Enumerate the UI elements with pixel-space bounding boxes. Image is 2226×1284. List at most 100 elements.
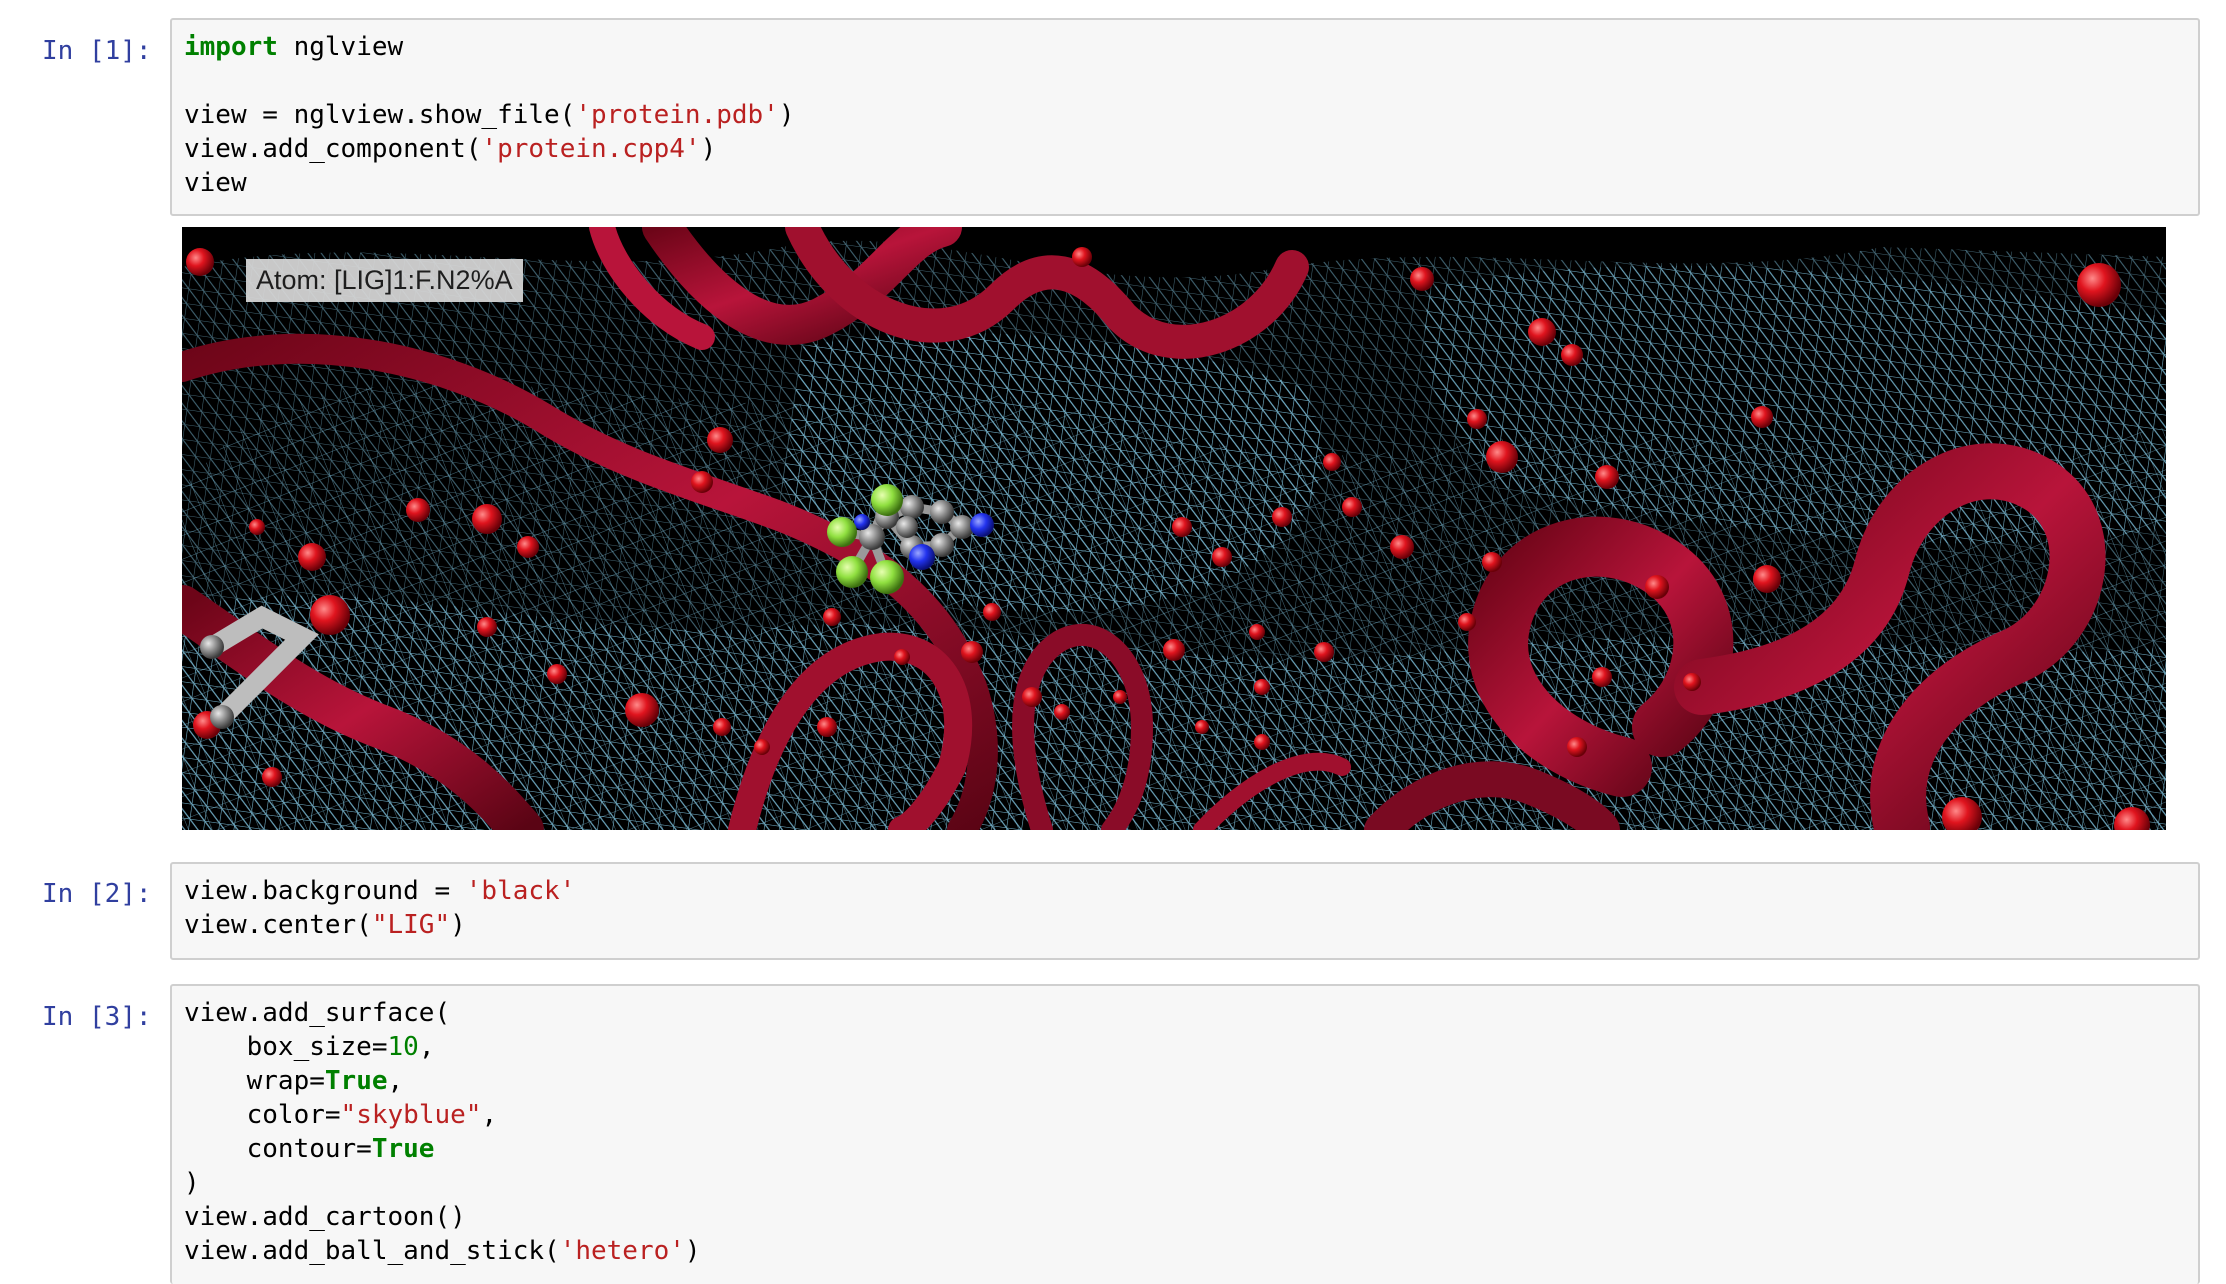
code-cell-2[interactable]: view.background = 'black' view.center("LI… bbox=[170, 862, 2200, 960]
code-string: "skyblue" bbox=[340, 1100, 482, 1130]
code-editor[interactable]: view.background = 'black' view.center("LI… bbox=[184, 874, 2186, 942]
water-oxygen-atom[interactable] bbox=[1342, 497, 1362, 517]
water-oxygen-atom[interactable] bbox=[754, 739, 770, 755]
water-oxygen-atom[interactable] bbox=[1683, 673, 1701, 691]
water-oxygen-atom[interactable] bbox=[1272, 507, 1292, 527]
water-oxygen-atom[interactable] bbox=[691, 471, 713, 493]
code-line: view.background = 'black' bbox=[184, 874, 2186, 908]
water-oxygen-atom[interactable] bbox=[713, 718, 731, 736]
water-oxygen-atom[interactable] bbox=[1561, 344, 1583, 366]
water-oxygen-atom[interactable] bbox=[262, 767, 282, 787]
code-keyword: import bbox=[184, 32, 278, 62]
water-oxygen-atom[interactable] bbox=[823, 608, 841, 626]
code-text: ) bbox=[450, 910, 466, 940]
code-line: view.add_component('protein.cpp4') bbox=[184, 132, 2186, 166]
water-oxygen-atom[interactable] bbox=[1172, 517, 1192, 537]
water-oxygen-atom[interactable] bbox=[1467, 409, 1487, 429]
code-line: view = nglview.show_file('protein.pdb') bbox=[184, 98, 2186, 132]
code-line: contour=True bbox=[184, 1132, 2186, 1166]
nglview-widget[interactable]: Atom: [LIG]1:F.N2%A bbox=[182, 227, 2166, 830]
code-text: , bbox=[387, 1066, 404, 1096]
water-oxygen-atom[interactable] bbox=[625, 693, 659, 727]
water-oxygen-atom[interactable] bbox=[547, 664, 567, 684]
code-line: view.add_cartoon() bbox=[184, 1200, 2186, 1234]
code-text: contour= bbox=[184, 1134, 372, 1164]
code-text: ) bbox=[700, 134, 717, 164]
code-text: color= bbox=[184, 1100, 341, 1130]
code-string: 'protein.pdb' bbox=[575, 100, 779, 130]
water-oxygen-atom[interactable] bbox=[1751, 406, 1773, 428]
water-oxygen-atom[interactable] bbox=[310, 595, 350, 635]
code-cell-3[interactable]: view.add_surface( box_size=10, wrap=True… bbox=[170, 984, 2200, 1284]
water-oxygen-atom[interactable] bbox=[1314, 642, 1334, 662]
water-oxygen-atom[interactable] bbox=[1482, 552, 1502, 572]
code-line: view bbox=[184, 166, 2186, 200]
code-keyword: True bbox=[371, 1134, 435, 1164]
water-oxygen-atom[interactable] bbox=[1113, 690, 1127, 704]
water-oxygen-atom[interactable] bbox=[707, 427, 733, 453]
water-oxygen-atom[interactable] bbox=[1323, 453, 1341, 471]
code-text: view.add_ball_and_stick( bbox=[184, 1236, 560, 1266]
code-string: 'black' bbox=[465, 876, 576, 906]
water-oxygen-atom[interactable] bbox=[1022, 687, 1042, 707]
water-oxygen-atom[interactable] bbox=[1163, 639, 1185, 661]
code-text: view.add_surface( bbox=[184, 998, 451, 1028]
code-text: view = nglview.show_file( bbox=[184, 100, 576, 130]
water-oxygen-atom[interactable] bbox=[1072, 247, 1092, 267]
code-text: , bbox=[481, 1100, 498, 1130]
water-oxygen-atom[interactable] bbox=[1753, 565, 1781, 593]
cell-prompt: In [1]: bbox=[42, 36, 152, 66]
code-editor[interactable]: import nglview view = nglview.show_file('… bbox=[184, 30, 2186, 200]
code-string: "LIG" bbox=[371, 910, 451, 940]
cell-prompt: In [3]: bbox=[42, 1002, 152, 1032]
water-oxygen-atom[interactable] bbox=[1212, 547, 1232, 567]
code-text: ) bbox=[184, 1168, 200, 1198]
water-oxygen-atom[interactable] bbox=[1254, 734, 1270, 750]
water-oxygen-atom[interactable] bbox=[1195, 720, 1209, 734]
code-text: ) bbox=[684, 1236, 701, 1266]
molecule-viewer-canvas[interactable] bbox=[182, 227, 2166, 830]
code-cell-1[interactable]: import nglview view = nglview.show_file('… bbox=[170, 18, 2200, 216]
water-oxygen-atom[interactable] bbox=[894, 649, 910, 665]
code-text: nglview bbox=[277, 32, 404, 62]
water-oxygen-atom[interactable] bbox=[517, 536, 539, 558]
code-line: import nglview bbox=[184, 30, 2186, 64]
code-string: 'protein.cpp4' bbox=[481, 134, 701, 164]
code-text: view.add_component( bbox=[184, 134, 482, 164]
code-text: view.center( bbox=[184, 910, 372, 940]
code-text: ) bbox=[778, 100, 795, 130]
water-oxygen-atom[interactable] bbox=[1528, 318, 1556, 346]
water-oxygen-atom[interactable] bbox=[961, 641, 983, 663]
water-oxygen-atom[interactable] bbox=[472, 504, 502, 534]
cell-prompt: In [2]: bbox=[42, 879, 152, 909]
code-number: 10 bbox=[387, 1032, 419, 1062]
code-editor[interactable]: view.add_surface( box_size=10, wrap=True… bbox=[184, 996, 2186, 1268]
code-text: box_size= bbox=[184, 1032, 388, 1062]
water-oxygen-atom[interactable] bbox=[1592, 667, 1612, 687]
water-oxygen-atom[interactable] bbox=[1249, 624, 1265, 640]
water-oxygen-atom[interactable] bbox=[2077, 263, 2121, 307]
code-line: view.add_ball_and_stick('hetero') bbox=[184, 1234, 2186, 1268]
water-oxygen-atom[interactable] bbox=[1390, 535, 1414, 559]
water-oxygen-atom[interactable] bbox=[406, 498, 430, 522]
water-oxygen-atom[interactable] bbox=[1054, 704, 1070, 720]
water-oxygen-atom[interactable] bbox=[1595, 465, 1619, 489]
water-oxygen-atom[interactable] bbox=[1567, 737, 1587, 757]
water-oxygen-atom[interactable] bbox=[477, 617, 497, 637]
water-oxygen-atom[interactable] bbox=[1254, 679, 1270, 695]
water-oxygen-atom[interactable] bbox=[983, 603, 1001, 621]
water-oxygen-atom[interactable] bbox=[817, 717, 837, 737]
water-oxygen-atom[interactable] bbox=[1458, 613, 1476, 631]
code-text: view.background = bbox=[184, 876, 466, 906]
water-oxygen-atom[interactable] bbox=[1410, 267, 1434, 291]
code-string: 'hetero' bbox=[559, 1236, 685, 1266]
water-oxygen-atom[interactable] bbox=[1645, 575, 1669, 599]
water-oxygen-atom[interactable] bbox=[298, 543, 326, 571]
code-line: view.add_surface( bbox=[184, 996, 2186, 1030]
water-oxygen-atom[interactable] bbox=[186, 248, 214, 276]
code-text: view.add_cartoon() bbox=[184, 1202, 466, 1232]
water-oxygen-atom[interactable] bbox=[249, 519, 265, 535]
water-oxygen-atom[interactable] bbox=[1486, 441, 1518, 473]
code-line: box_size=10, bbox=[184, 1030, 2186, 1064]
